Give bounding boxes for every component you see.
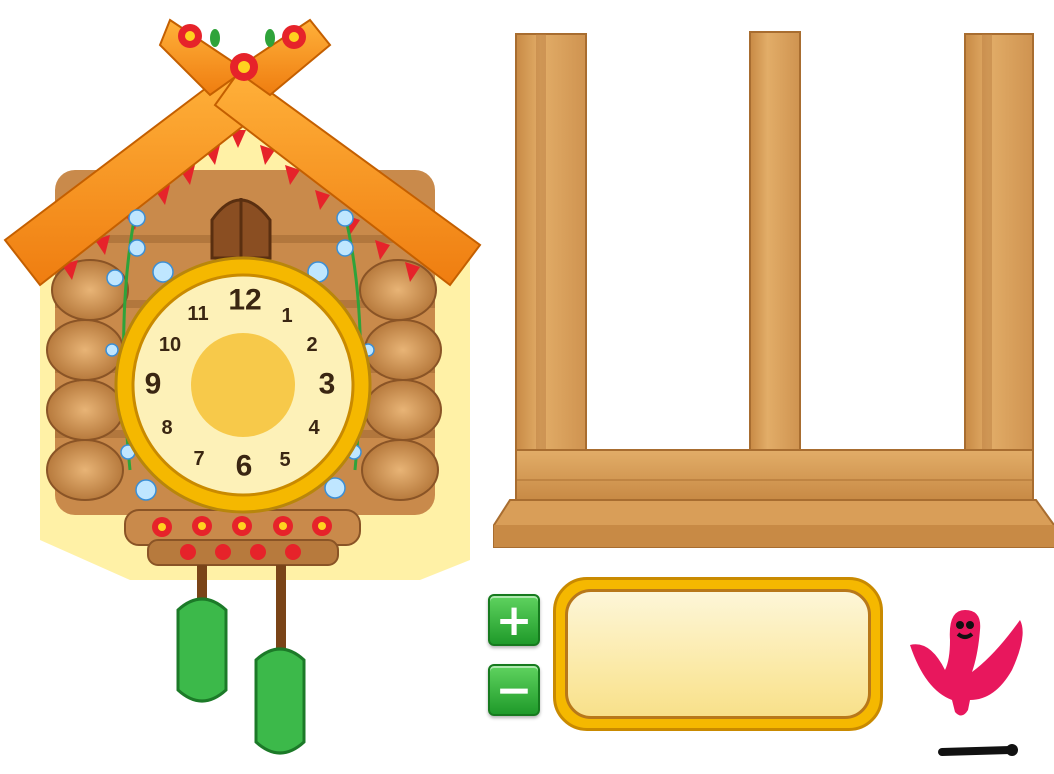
wooden-letter-sha [493,31,1054,548]
clock-number-12: 12 [228,284,261,317]
clock-number-2: 2 [306,334,317,356]
cuckoo-clock: 12 1 2 3 4 5 6 7 8 9 10 11 [3,18,482,755]
clock-number-9: 9 [145,368,162,401]
plus-button[interactable]: + [488,594,540,646]
clock-number-4: 4 [308,417,320,439]
clock-number-1: 1 [281,305,292,327]
clock-number-3: 3 [319,368,336,401]
clock-weights [176,565,306,755]
pink-bird-icon [910,610,1023,756]
answer-box[interactable] [553,577,883,731]
clock-number-8: 8 [161,417,172,439]
clock-number-7: 7 [193,448,204,470]
clock-number-10: 10 [159,334,181,356]
clock-base [124,509,361,566]
clock-number-5: 5 [279,449,290,471]
minus-button[interactable]: − [488,664,540,716]
clock-number-11: 11 [187,303,208,325]
clock-number-6: 6 [236,450,253,483]
answer-value [565,589,871,719]
